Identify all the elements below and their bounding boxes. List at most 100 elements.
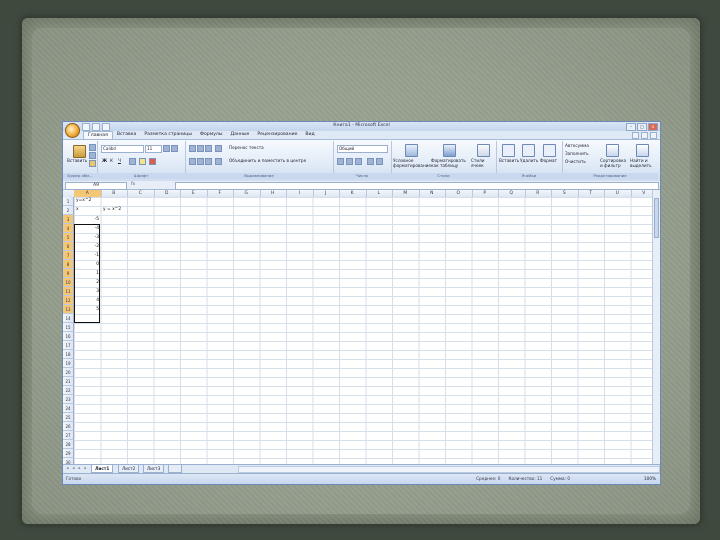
horizontal-scrollbar[interactable]	[238, 466, 660, 473]
workbook-close-icon[interactable]	[650, 132, 657, 139]
percent-icon[interactable]	[346, 158, 353, 165]
column-header-f[interactable]: F	[207, 190, 234, 197]
vertical-scrollbar[interactable]	[652, 190, 660, 464]
sort-filter-button[interactable]: Сортировка и фильтр	[600, 158, 626, 168]
grow-font-icon[interactable]	[163, 145, 170, 152]
help-icon[interactable]	[632, 132, 639, 139]
row-header-29[interactable]: 29	[63, 449, 74, 458]
minimize-icon[interactable]: –	[626, 123, 636, 131]
cell-b2[interactable]: y = x^2	[103, 207, 121, 212]
row-header-5[interactable]: 5	[63, 233, 74, 242]
column-header-r[interactable]: R	[525, 190, 552, 197]
row-header-7[interactable]: 7	[63, 251, 74, 260]
currency-icon[interactable]	[337, 158, 344, 165]
indent-icon[interactable]	[215, 158, 222, 165]
row-header-23[interactable]: 23	[63, 395, 74, 404]
first-sheet-icon[interactable]: ◂	[65, 466, 70, 471]
sheet-tab-1[interactable]: Лист1	[91, 465, 114, 473]
column-header-p[interactable]: P	[472, 190, 499, 197]
cell-area[interactable]	[74, 197, 653, 464]
cell-a2[interactable]: x	[76, 207, 79, 212]
column-header-d[interactable]: D	[154, 190, 181, 197]
sheet-tab-3[interactable]: Лист3	[143, 465, 165, 473]
format-cells-button[interactable]: Формат	[540, 158, 557, 163]
row-header-22[interactable]: 22	[63, 386, 74, 395]
row-header-2[interactable]: 2	[63, 206, 74, 215]
align-bottom-icon[interactable]	[205, 145, 212, 152]
sort-filter-icon[interactable]	[606, 144, 619, 157]
column-header-l[interactable]: L	[366, 190, 393, 197]
align-center-icon[interactable]	[197, 158, 204, 165]
maximize-icon[interactable]: □	[637, 123, 647, 131]
column-header-u[interactable]: U	[604, 190, 632, 197]
row-header-18[interactable]: 18	[63, 350, 74, 359]
insert-cells-icon[interactable]	[502, 144, 515, 157]
find-select-button[interactable]: Найти и выделить	[630, 158, 656, 168]
row-header-27[interactable]: 27	[63, 431, 74, 440]
name-box[interactable]: A9	[65, 182, 127, 190]
row-header-15[interactable]: 15	[63, 323, 74, 332]
autosum-button[interactable]: Автосумма	[565, 143, 589, 148]
format-painter-icon[interactable]	[89, 160, 96, 167]
copy-icon[interactable]	[89, 152, 96, 159]
paste-button[interactable]: Вставить	[67, 158, 87, 163]
row-header-25[interactable]: 25	[63, 413, 74, 422]
row-header-4[interactable]: 4	[63, 224, 74, 233]
align-top-icon[interactable]	[189, 145, 196, 152]
row-header-11[interactable]: 11	[63, 287, 74, 296]
tab-review[interactable]: Рецензирование	[253, 131, 301, 139]
align-left-icon[interactable]	[189, 158, 196, 165]
scroll-thumb[interactable]	[654, 198, 659, 238]
column-header-i[interactable]: I	[286, 190, 314, 197]
column-header-q[interactable]: Q	[498, 190, 526, 197]
column-header-h[interactable]: H	[260, 190, 287, 197]
row-header-20[interactable]: 20	[63, 368, 74, 377]
align-middle-icon[interactable]	[197, 145, 204, 152]
bold-button[interactable]: Ж	[102, 158, 107, 163]
tab-data[interactable]: Данные	[226, 131, 253, 139]
formula-input[interactable]	[175, 182, 659, 190]
row-header-8[interactable]: 8	[63, 260, 74, 269]
last-sheet-icon[interactable]: ▸	[83, 466, 88, 471]
row-header-12[interactable]: 12	[63, 296, 74, 305]
format-cells-icon[interactable]	[543, 144, 556, 157]
comma-icon[interactable]	[355, 158, 362, 165]
paste-icon[interactable]	[73, 145, 86, 158]
sheet-tab-2[interactable]: Лист2	[118, 465, 140, 473]
workbook-minimize-icon[interactable]	[641, 132, 648, 139]
delete-cells-button[interactable]: Удалить	[520, 158, 538, 163]
conditional-format-icon[interactable]	[405, 144, 418, 157]
column-header-e[interactable]: E	[180, 190, 208, 197]
column-header-t[interactable]: T	[578, 190, 605, 197]
format-table-button[interactable]: Форматировать как таблицу	[431, 158, 467, 168]
column-header-n[interactable]: N	[419, 190, 446, 197]
row-header-19[interactable]: 19	[63, 359, 74, 368]
tab-view[interactable]: Вид	[301, 131, 318, 139]
zoom-level[interactable]: 100%	[644, 476, 656, 481]
tab-page-layout[interactable]: Разметка страницы	[140, 131, 196, 139]
insert-sheet-icon[interactable]	[168, 465, 182, 473]
row-header-10[interactable]: 10	[63, 278, 74, 287]
row-header-28[interactable]: 28	[63, 440, 74, 449]
column-header-v[interactable]: V	[631, 190, 654, 197]
italic-button[interactable]: К	[110, 158, 113, 163]
office-button[interactable]	[65, 123, 80, 138]
cell-a1[interactable]: y=x^2	[76, 198, 91, 203]
close-icon[interactable]: ×	[648, 123, 658, 131]
font-color-icon[interactable]	[149, 158, 156, 165]
row-header-13[interactable]: 13	[63, 305, 74, 314]
cell-a3[interactable]: -5	[75, 217, 99, 222]
borders-icon[interactable]	[129, 158, 136, 165]
fx-icon[interactable]: fx	[131, 182, 171, 188]
row-header-26[interactable]: 26	[63, 422, 74, 431]
format-table-icon[interactable]	[443, 144, 456, 157]
shrink-font-icon[interactable]	[171, 145, 178, 152]
column-header-c[interactable]: C	[127, 190, 155, 197]
prev-sheet-icon[interactable]: ◂	[71, 466, 76, 471]
delete-cells-icon[interactable]	[522, 144, 535, 157]
column-header-g[interactable]: G	[233, 190, 261, 197]
row-header-16[interactable]: 16	[63, 332, 74, 341]
underline-button[interactable]: Ч	[118, 158, 121, 163]
row-header-14[interactable]: 14	[63, 314, 74, 323]
tab-insert[interactable]: Вставка	[113, 131, 140, 139]
